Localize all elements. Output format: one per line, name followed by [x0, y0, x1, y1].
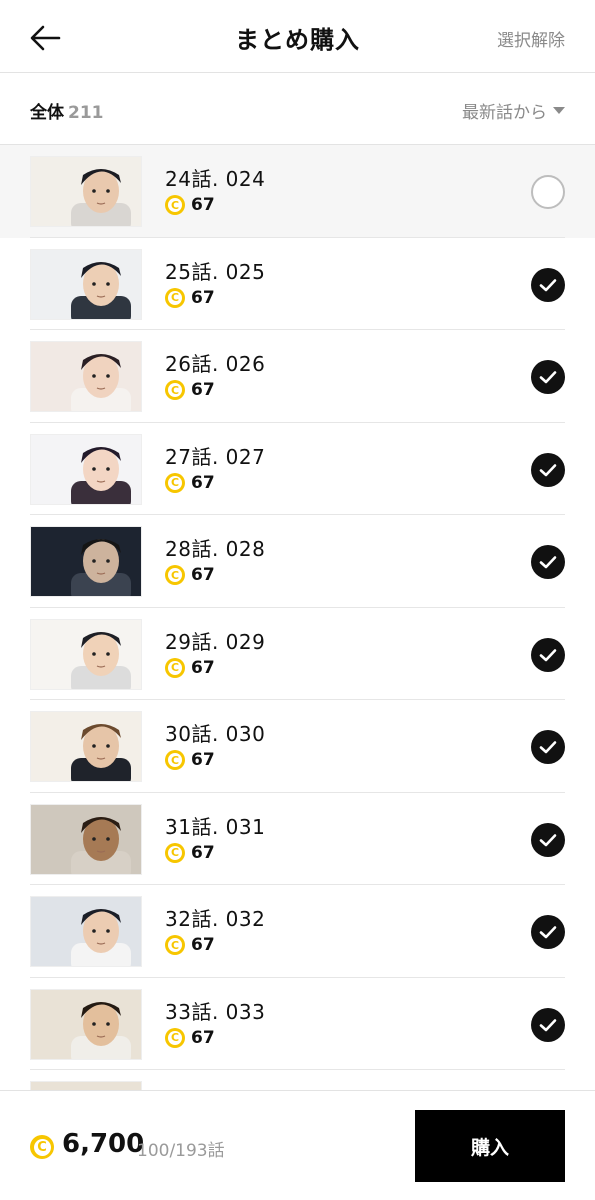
episode-row-partial[interactable] [0, 1070, 595, 1090]
episode-thumbnail [30, 248, 142, 320]
episode-title: 25話. 025 [165, 259, 266, 284]
episode-title: 29話. 029 [165, 629, 266, 654]
episode-title: 31話. 031 [165, 814, 266, 839]
checkmark-icon[interactable] [531, 267, 565, 302]
price-value: 67 [191, 935, 215, 955]
episode-thumbnail [30, 526, 142, 597]
episode-title: 27話. 027 [165, 444, 266, 469]
episode-row[interactable]: 25話. 025 C 67 [0, 237, 595, 330]
price-value: 67 [191, 842, 215, 863]
price-value: 67 [191, 657, 215, 678]
episode-thumbnail [30, 618, 142, 690]
total-label: 全体 [30, 103, 64, 123]
sort-label: 最新話から [462, 103, 547, 123]
episode-title: 28話. 028 [165, 537, 266, 561]
checkmark-icon[interactable] [531, 545, 565, 579]
checkmark-icon[interactable] [531, 915, 565, 949]
price-value: 67 [191, 565, 215, 585]
buy-button[interactable]: 購入 [415, 1110, 565, 1182]
episode-row[interactable]: 31話. 031 C 67 [0, 792, 595, 885]
coin-icon: C [165, 195, 185, 215]
selected-count: 100/193話 [137, 1141, 225, 1161]
checkmark-icon[interactable] [531, 822, 565, 857]
episode-price: C 67 [165, 565, 215, 585]
checkmark-icon[interactable] [531, 360, 565, 394]
episode-row[interactable]: 24話. 024 C 67 [0, 145, 595, 238]
episode-title: 32話. 032 [165, 907, 266, 931]
checkmark-icon[interactable] [531, 730, 565, 764]
coin-icon: C [165, 935, 185, 955]
coin-icon: C [165, 565, 185, 585]
total-count: 211 [68, 103, 104, 123]
episode-list: 24話. 024 C 67 25話. 025 C 67 26話. 026 C 67 27話. 02… [0, 145, 595, 1090]
deselect-all-button[interactable]: 選択解除 [497, 26, 565, 51]
episode-thumbnail [30, 988, 142, 1060]
episode-price: C 67 [165, 472, 215, 493]
episode-row[interactable]: 27話. 027 C 67 [0, 422, 595, 515]
episode-thumbnail [30, 433, 142, 505]
episode-row[interactable]: 32話. 032 C 67 [0, 885, 595, 978]
episode-price: C 67 [165, 287, 215, 308]
coin-icon: C [165, 842, 185, 863]
episode-thumbnail [30, 803, 142, 875]
episode-title: 26話. 026 [165, 352, 266, 376]
checkmark-icon[interactable] [531, 452, 565, 487]
episode-thumbnail [30, 896, 142, 967]
checkmark-icon[interactable] [531, 637, 565, 672]
episode-price: C 67 [165, 1027, 215, 1048]
price-value: 67 [191, 380, 215, 400]
episode-title: 30話. 030 [165, 722, 266, 746]
episode-thumbnail [30, 341, 142, 412]
episode-thumbnail [30, 156, 142, 227]
price-value: 67 [191, 287, 215, 308]
episode-title: 24話. 024 [165, 167, 266, 191]
top-bar: まとめ購入 選択解除 [0, 0, 595, 73]
episode-thumbnail [30, 711, 142, 782]
sort-dropdown[interactable]: 最新話から [462, 98, 565, 123]
episode-price: C 67 [165, 842, 215, 863]
coin-icon: C [165, 1027, 185, 1048]
empty-circle-icon[interactable] [531, 175, 565, 209]
episode-price: C 67 [165, 657, 215, 678]
episode-row[interactable]: 26話. 026 C 67 [0, 330, 595, 423]
list-toolbar: 全体 211 最新話から [0, 74, 595, 145]
checkmark-icon[interactable] [531, 1007, 565, 1042]
coin-icon: C [165, 472, 185, 493]
episode-row[interactable]: 28話. 028 C 67 [0, 515, 595, 608]
episode-price: C 67 [165, 195, 215, 215]
coin-icon: C [165, 287, 185, 308]
price-value: 67 [191, 1027, 215, 1048]
caret-down-icon [553, 107, 565, 114]
episode-title: 33話. 033 [165, 999, 266, 1024]
episode-price: C 67 [165, 380, 215, 400]
episode-row[interactable]: 33話. 033 C 67 [0, 977, 595, 1070]
total-episodes: 全体 211 [30, 98, 104, 123]
price-value: 67 [191, 195, 215, 215]
episode-price: C 67 [165, 750, 215, 770]
episode-price: C 67 [165, 935, 215, 955]
price-value: 67 [191, 472, 215, 493]
episode-row[interactable]: 30話. 030 C 67 [0, 700, 595, 793]
coin-icon: C [30, 1135, 54, 1159]
coin-icon: C [165, 380, 185, 400]
episode-thumbnail [30, 1081, 142, 1090]
coin-icon: C [165, 750, 185, 770]
total-price: 6,700 [62, 1129, 145, 1159]
purchase-footer: C 6,700 100/193話 購入 [0, 1090, 595, 1200]
price-value: 67 [191, 750, 215, 770]
coin-icon: C [165, 657, 185, 678]
episode-row[interactable]: 29話. 029 C 67 [0, 607, 595, 700]
